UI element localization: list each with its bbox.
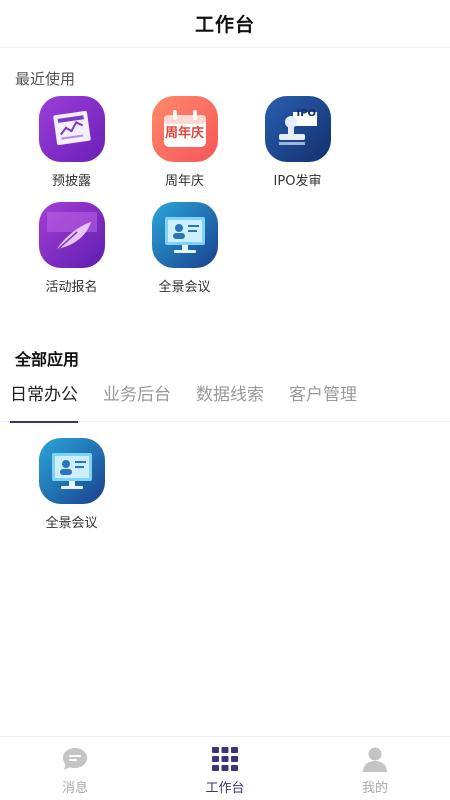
- calendar-badge-text: 周年庆: [164, 126, 204, 141]
- app-event-registration[interactable]: 活动报名: [25, 202, 138, 308]
- app-label: 周年庆: [164, 174, 204, 189]
- category-tabs: 日常办公 业务后台 数据线索 客户管理: [0, 378, 450, 423]
- bottom-navigation: 消息 工作台 我的: [0, 736, 450, 800]
- app-panorama-meeting[interactable]: 全景会议: [138, 202, 251, 308]
- chat-bubble-icon: [61, 745, 89, 773]
- recent-section-title: 最近使用: [15, 70, 76, 88]
- tab-data-leads[interactable]: 数据线索: [196, 378, 264, 421]
- monitor-meeting-icon: [38, 438, 105, 504]
- recent-apps-grid: 预披露 周年庆 周年庆 IPO IPO发审 活动报名 全景会议: [0, 96, 450, 308]
- monitor-meeting-icon: [151, 202, 218, 268]
- page-title: 工作台: [194, 14, 255, 36]
- tab-business-backend[interactable]: 业务后台: [103, 378, 171, 421]
- ipo-badge-text: IPO: [296, 108, 317, 119]
- app-label: 全景会议: [158, 280, 211, 295]
- nav-workbench[interactable]: 工作台: [150, 737, 300, 800]
- user-icon: [361, 745, 389, 773]
- app-label: 活动报名: [45, 280, 98, 295]
- app-panorama-meeting[interactable]: 全景会议: [25, 438, 138, 544]
- tab-customer-management[interactable]: 客户管理: [289, 378, 357, 421]
- tab-daily-office[interactable]: 日常办公: [10, 378, 78, 423]
- app-label: 预披露: [51, 174, 91, 189]
- document-chart-icon: [38, 96, 105, 162]
- app-label: 全景会议: [45, 516, 98, 531]
- grid-apps-icon: [211, 745, 239, 773]
- nav-label: 我的: [361, 781, 388, 796]
- nav-messages[interactable]: 消息: [0, 737, 150, 800]
- nav-profile[interactable]: 我的: [300, 737, 450, 800]
- app-preview-disclosure[interactable]: 预披露: [25, 96, 138, 202]
- calendar-anniversary-icon: 周年庆: [151, 96, 218, 162]
- tab-apps-grid: 全景会议: [0, 422, 450, 544]
- ipo-stamp-icon: IPO: [264, 96, 331, 162]
- nav-label: 消息: [61, 781, 88, 796]
- nav-label: 工作台: [205, 781, 245, 796]
- feather-pen-icon: [38, 202, 105, 268]
- app-label: IPO发审: [273, 174, 322, 189]
- top-header: 工作台: [0, 0, 450, 48]
- all-apps-title: 全部应用: [15, 350, 80, 369]
- app-ipo-review[interactable]: IPO IPO发审: [251, 96, 364, 202]
- app-anniversary[interactable]: 周年庆 周年庆: [138, 96, 251, 202]
